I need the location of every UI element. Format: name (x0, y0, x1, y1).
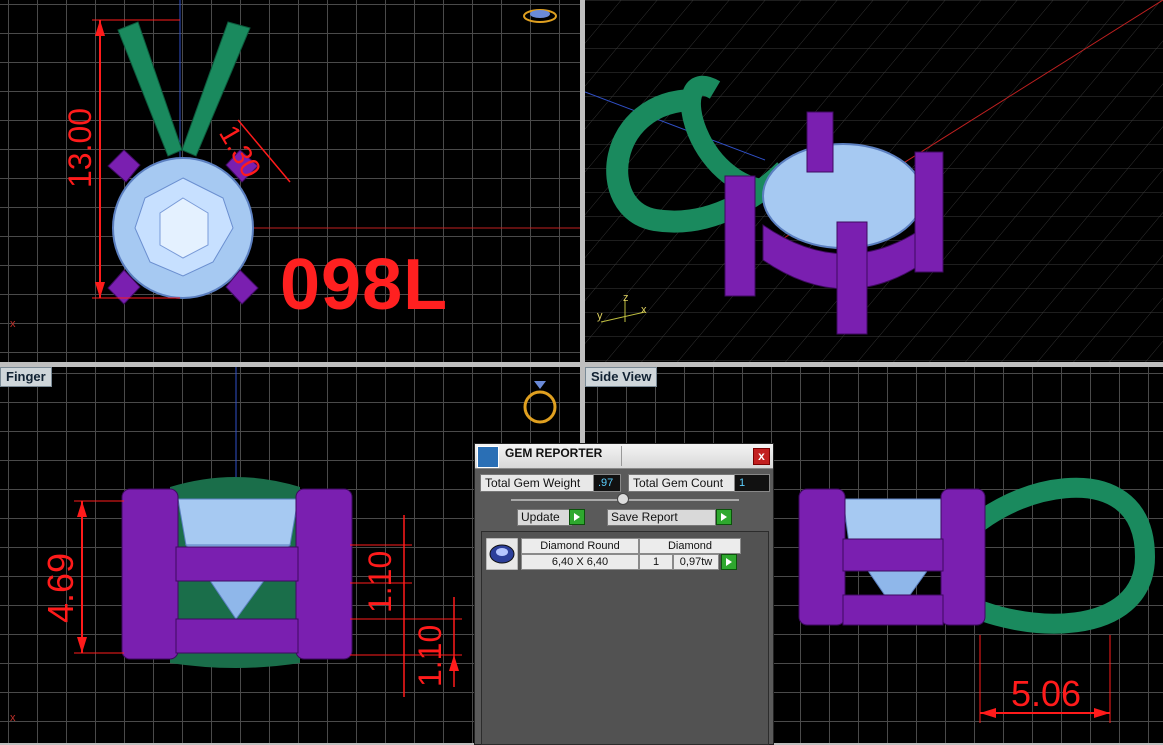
update-button[interactable]: Update (517, 509, 572, 526)
round-diamond-icon (486, 538, 518, 570)
prong-height-dimension: 4.69 (40, 552, 81, 623)
gem-reporter-title: GEM REPORTER (505, 446, 603, 460)
gem-reporter-titlebar[interactable]: GEM REPORTER x (475, 444, 773, 469)
total-weight-label: Total Gem Weight (480, 474, 594, 492)
gem-material: Diamond (639, 538, 741, 554)
gem-weight: 0,97tw (673, 554, 719, 570)
band-height-dimension: 1.10 (412, 624, 448, 687)
axis-x-label: x (10, 712, 16, 724)
total-count-label: Total Gem Count (628, 474, 735, 492)
axis-y-label: y (597, 310, 603, 322)
update-go-icon[interactable] (569, 509, 585, 525)
model-code-label: 098L (280, 245, 449, 325)
save-report-go-icon[interactable] (716, 509, 732, 525)
axis-x-label: x (10, 318, 16, 330)
height-dimension: 13.00 (62, 107, 98, 188)
gem-list[interactable]: Diamond Round 6,40 X 6,40 Diamond 1 0,97… (481, 531, 769, 745)
gem-count: 1 (639, 554, 673, 570)
gem-shape: Diamond Round (521, 538, 639, 554)
total-weight-value: .97 (593, 474, 621, 492)
bail-depth-dimension: 5.06 (1011, 673, 1082, 714)
gem-row-go-icon[interactable] (721, 554, 737, 570)
gem-size: 6,40 X 6,40 (521, 554, 639, 570)
viewport-perspective[interactable]: z y x (585, 0, 1163, 362)
list-item[interactable]: Diamond Round 6,40 X 6,40 Diamond 1 0,97… (486, 538, 742, 570)
perspective-drawing (585, 0, 1163, 362)
save-report-button[interactable]: Save Report (607, 509, 716, 526)
band-gap-dimension: 1.10 (362, 550, 398, 613)
titlebar-divider (621, 446, 622, 466)
close-button[interactable]: x (753, 448, 770, 465)
gem-reporter-icon (477, 446, 499, 468)
axis-x-label: x (641, 304, 647, 316)
size-slider-handle[interactable] (617, 493, 629, 505)
axis-z-label: z (623, 292, 629, 304)
viewport-front[interactable]: 13.00 1.30 098L x (0, 0, 580, 362)
gem-reporter-panel[interactable]: GEM REPORTER x Total Gem Weight .97 Tota… (474, 443, 774, 745)
total-count-value: 1 (734, 474, 770, 492)
